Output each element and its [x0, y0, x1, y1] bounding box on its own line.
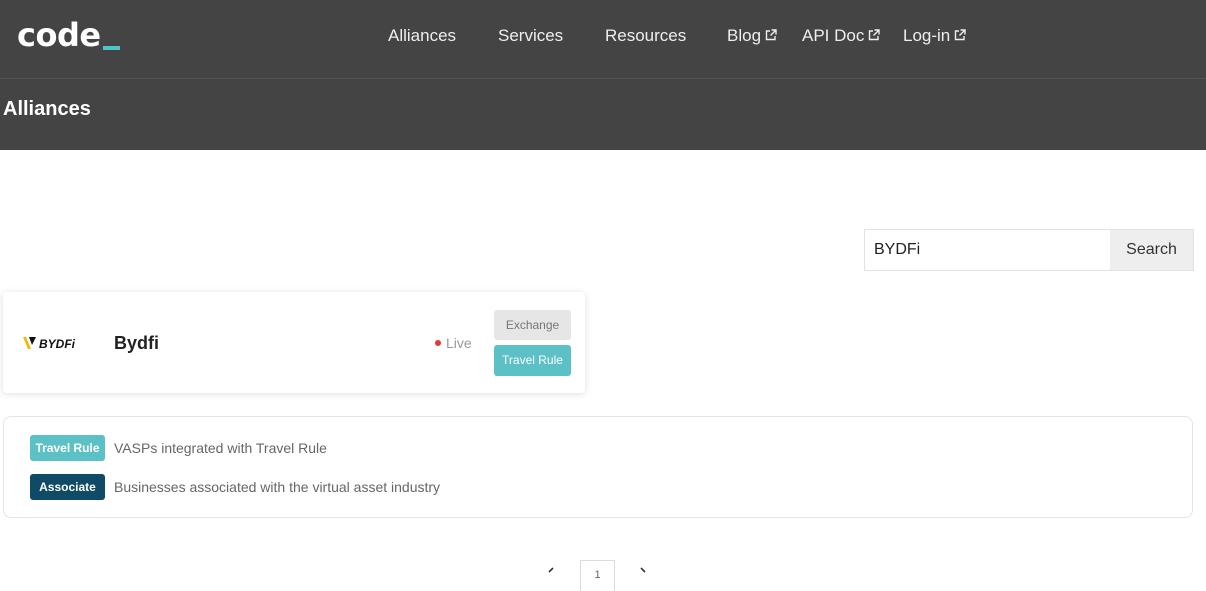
legend-badge-travel-rule: Travel Rule — [30, 435, 105, 461]
legend-description: VASPs integrated with Travel Rule — [114, 440, 327, 456]
alliance-name: Bydfi — [114, 333, 159, 353]
nav-item-label: Blog — [727, 26, 762, 45]
nav-item-services[interactable]: Services — [498, 26, 563, 46]
live-status-text: Live — [446, 335, 472, 351]
live-status-dot — [435, 340, 441, 346]
nav-item-log-in[interactable]: Log-in — [903, 26, 966, 46]
nav-item-label: API Doc — [802, 26, 865, 45]
search-button[interactable]: Search — [1110, 230, 1193, 270]
external-link-icon — [955, 29, 966, 41]
pagination-prev-icon[interactable] — [546, 566, 556, 576]
bydfi-logo-text: BYDFi — [39, 337, 76, 351]
external-link-icon — [869, 29, 881, 41]
nav-item-blog[interactable]: Blog — [727, 26, 777, 46]
search-input[interactable] — [865, 230, 1111, 270]
legend-panel: Travel Rule VASPs integrated with Travel… — [3, 416, 1193, 518]
logo-text: code — [17, 16, 101, 54]
pagination-page-button[interactable]: 1 — [580, 560, 615, 591]
logo-underscore — [102, 46, 120, 50]
nav-item-label: Alliances — [388, 26, 457, 45]
site-logo[interactable]: code — [17, 16, 120, 54]
site-header: code Alliances Services Resources Blog A… — [0, 0, 1206, 150]
alliance-card[interactable]: BYDFi Bydfi Live Exchange Travel Rule — [3, 292, 585, 393]
search-form: Search — [864, 229, 1194, 271]
nav-item-label: Services — [498, 26, 564, 45]
external-link-icon — [765, 29, 777, 41]
tag-exchange: Exchange — [494, 310, 571, 340]
nav-bar: code Alliances Services Resources Blog A… — [0, 0, 1206, 79]
page-title: Alliances — [3, 98, 91, 120]
tag-travel-rule: Travel Rule — [494, 345, 571, 376]
pagination-next-icon[interactable] — [639, 566, 649, 576]
nav-item-label: Resources — [605, 26, 687, 45]
legend-description: Businesses associated with the virtual a… — [114, 479, 441, 495]
legend-badge-associate: Associate — [30, 474, 105, 500]
nav-item-alliances[interactable]: Alliances — [388, 26, 456, 46]
nav-item-label: Log-in — [903, 26, 951, 45]
nav-item-resources[interactable]: Resources — [605, 26, 686, 46]
bydfi-logo: BYDFi — [23, 337, 76, 351]
nav-item-api-doc[interactable]: API Doc — [802, 26, 881, 46]
